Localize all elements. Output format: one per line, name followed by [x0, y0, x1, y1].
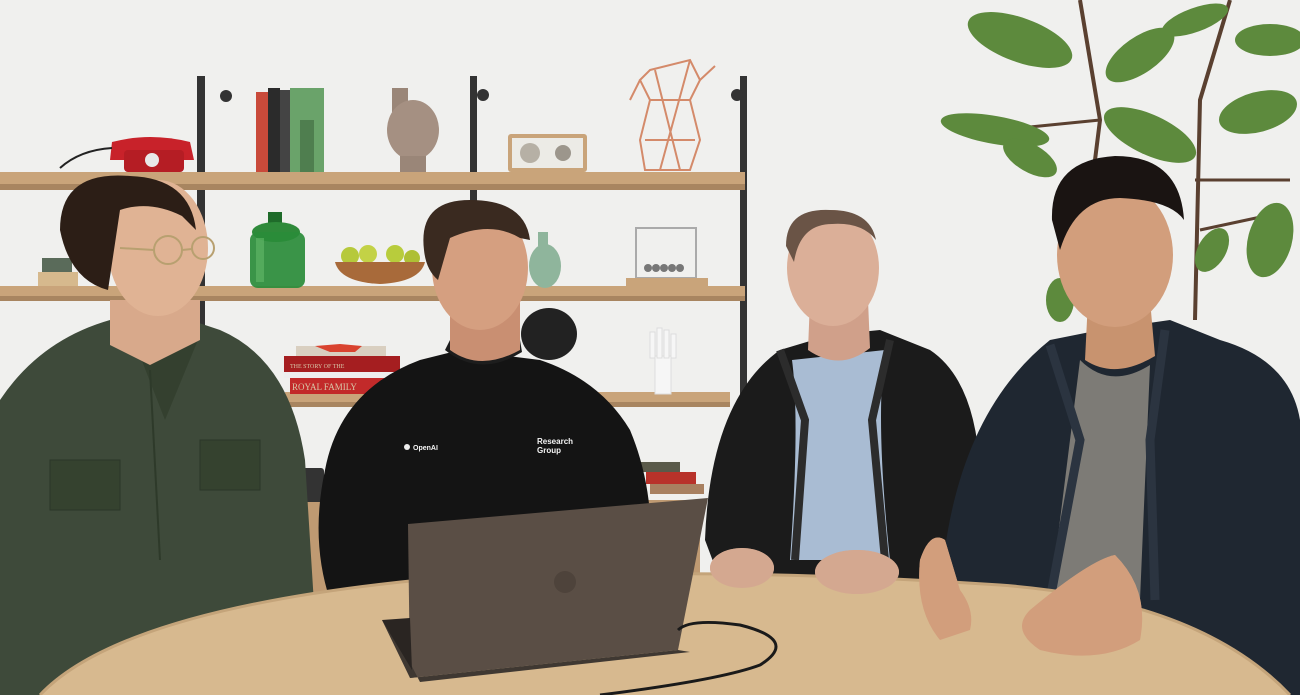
sweatshirt-logo-text: OpenAI	[413, 445, 438, 452]
sweatshirt-text-line1: Research	[537, 437, 573, 446]
laptop	[382, 498, 708, 682]
radio	[508, 134, 587, 172]
sweatshirt-text-line2: Group	[537, 446, 561, 455]
scene-illustration: THE STORY OF THE ROYAL FAMILY OpenAI Res…	[0, 0, 1300, 695]
book-spine-text-2: ROYAL FAMILY	[292, 382, 357, 392]
books-top-shelf	[256, 88, 324, 172]
video-frame: THE STORY OF THE ROYAL FAMILY OpenAI Res…	[0, 0, 1300, 695]
book-spine-text-1: THE STORY OF THE	[290, 364, 345, 370]
apple-logo-icon	[554, 571, 576, 593]
helmet-sculpture	[521, 308, 577, 360]
